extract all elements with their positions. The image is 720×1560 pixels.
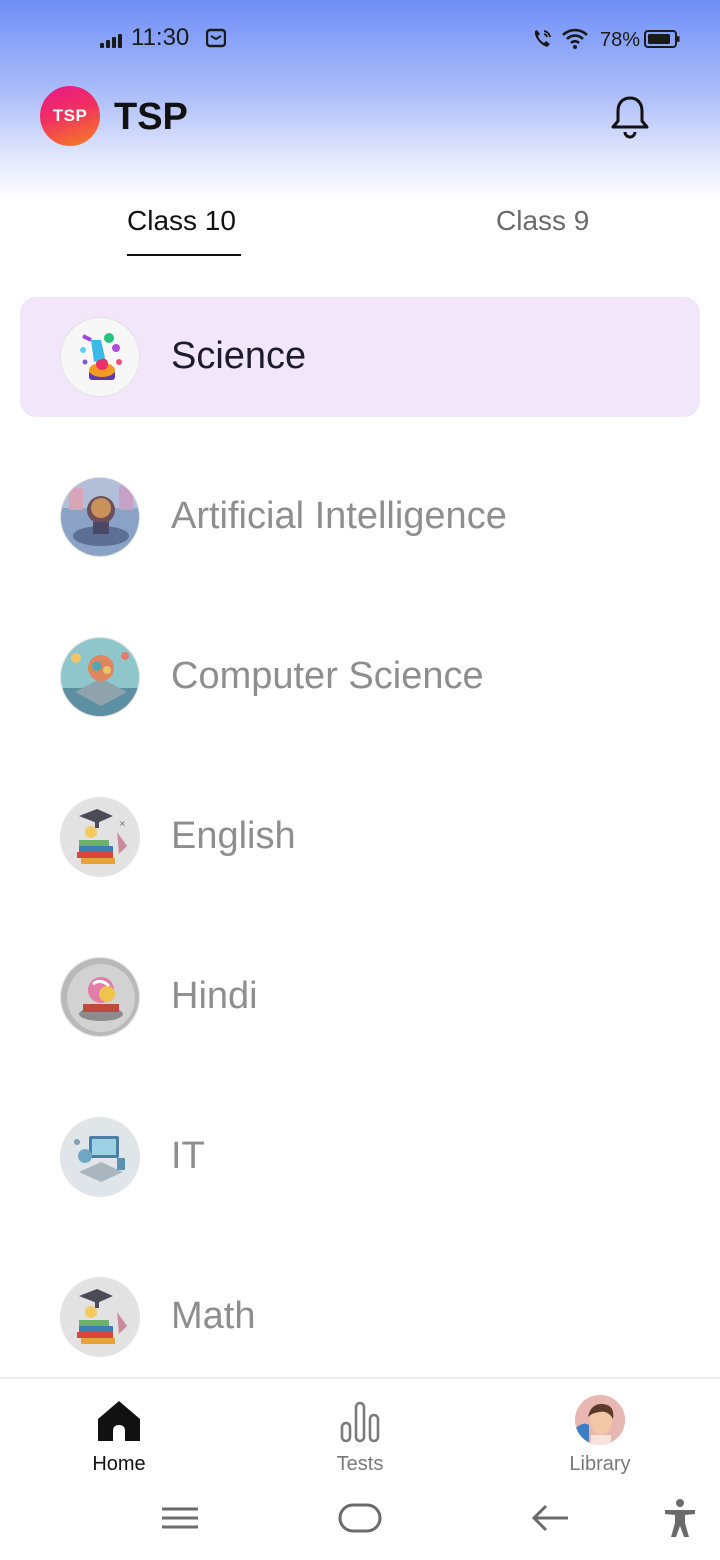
back-icon[interactable] [530, 1497, 570, 1541]
wifi-icon [562, 28, 588, 49]
hindi-icon [60, 957, 140, 1037]
subject-label: English [171, 815, 296, 857]
home-icon [98, 1401, 140, 1441]
wifi-call-icon [534, 30, 551, 47]
computer-science-icon [60, 637, 140, 717]
message-icon [206, 28, 226, 48]
nav-home-label: Home [92, 1453, 146, 1475]
subject-item-artificial-intelligence[interactable]: Artificial Intelligence [20, 457, 700, 577]
subject-label: Math [171, 1295, 256, 1337]
bell-icon[interactable] [608, 94, 652, 140]
profile-avatar [575, 1395, 625, 1445]
bottom-navigation: Home Tests Library [0, 1377, 720, 1489]
books-icon: × [60, 797, 140, 877]
subject-item-english[interactable]: × English [20, 777, 700, 897]
system-navigation-bar [0, 1489, 720, 1560]
tab-class-10[interactable]: Class 10 [127, 205, 236, 237]
active-tab-indicator [127, 254, 241, 256]
subject-label: IT [171, 1135, 205, 1177]
tab-class-9[interactable]: Class 9 [496, 205, 589, 237]
battery-percent: 78% [600, 29, 641, 51]
subject-item-math[interactable]: Math [20, 1257, 700, 1377]
nav-tests[interactable]: Tests [290, 1379, 430, 1489]
subject-label: Artificial Intelligence [171, 495, 507, 537]
home-pill-icon[interactable] [338, 1497, 382, 1541]
accessibility-icon[interactable] [662, 1497, 698, 1541]
subject-item-science[interactable]: Science [20, 297, 700, 417]
it-icon [60, 1117, 140, 1197]
signal-icon [100, 32, 126, 48]
app-logo-text: TSP [52, 106, 88, 125]
status-bar: 11:30 78% [0, 0, 720, 78]
nav-library[interactable]: Library [530, 1379, 670, 1489]
subject-item-it[interactable]: IT [20, 1097, 700, 1217]
status-time: 11:30 [131, 24, 190, 51]
subject-label: Computer Science [171, 655, 484, 697]
subject-item-computer-science[interactable]: Computer Science [20, 617, 700, 737]
subject-label: Science [171, 335, 307, 377]
nav-library-label: Library [569, 1453, 631, 1475]
books-icon [60, 1277, 140, 1357]
app-title: TSP [114, 96, 188, 138]
subject-label: Hindi [171, 975, 258, 1017]
science-icon [60, 317, 140, 397]
nav-home[interactable]: Home [49, 1379, 189, 1489]
battery-icon [644, 30, 680, 48]
app-logo: TSP [40, 86, 100, 146]
svg-text:×: × [119, 819, 126, 828]
nav-tests-label: Tests [336, 1453, 384, 1475]
bar-chart-icon [340, 1401, 380, 1443]
menu-icon[interactable] [160, 1497, 200, 1541]
ai-icon [60, 477, 140, 557]
subject-item-hindi[interactable]: Hindi [20, 937, 700, 1057]
